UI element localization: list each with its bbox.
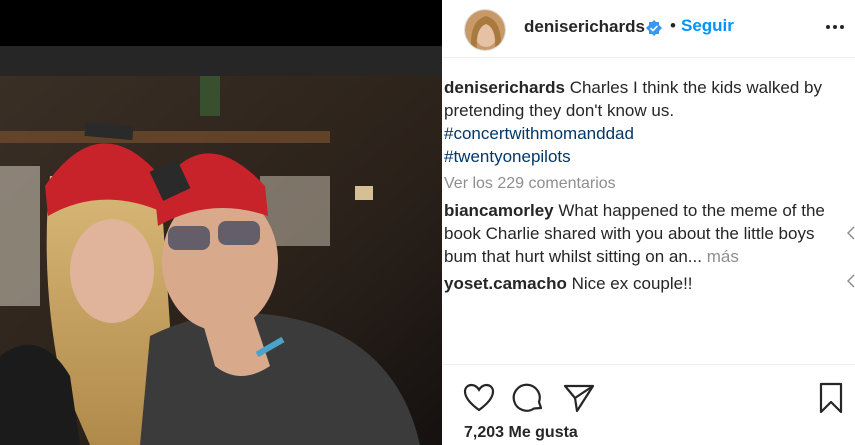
header-separator: • bbox=[670, 16, 676, 35]
bookmark-icon[interactable] bbox=[814, 381, 848, 415]
hashtag-link[interactable]: #concertwithmomanddad bbox=[444, 122, 844, 145]
caption: deniserichards Charles I think the kids … bbox=[444, 76, 844, 168]
comments-section: deniserichards Charles I think the kids … bbox=[444, 76, 844, 299]
more-options-icon[interactable] bbox=[824, 22, 846, 32]
post-photo[interactable] bbox=[0, 76, 442, 445]
avatar-image bbox=[465, 10, 505, 50]
post-author-username[interactable]: deniserichards bbox=[524, 17, 645, 37]
heart-icon[interactable] bbox=[462, 381, 496, 415]
comment-item: biancamorley What happened to the meme o… bbox=[444, 199, 844, 268]
comment-more-link[interactable]: más bbox=[707, 247, 739, 266]
view-comments-link[interactable]: Ver los 229 comentarios bbox=[444, 172, 844, 195]
reply-chevron-icon[interactable] bbox=[847, 226, 855, 240]
caption-username[interactable]: deniserichards bbox=[444, 78, 565, 97]
verified-badge-icon bbox=[646, 20, 662, 36]
follow-button[interactable]: Seguir bbox=[681, 16, 734, 36]
comment-item: yoset.camacho Nice ex couple!! bbox=[444, 272, 844, 295]
post-photo-pane bbox=[0, 0, 442, 445]
photo-top-bar bbox=[0, 0, 442, 46]
comment-username[interactable]: biancamorley bbox=[444, 201, 554, 220]
comment-username[interactable]: yoset.camacho bbox=[444, 274, 567, 293]
photo-top-strip bbox=[0, 46, 442, 76]
post-actions-bar: 7,203 Me gusta bbox=[442, 364, 855, 445]
reply-chevron-icon[interactable] bbox=[847, 274, 855, 288]
likes-count[interactable]: 7,203 Me gusta bbox=[464, 424, 578, 442]
comment-bubble-icon[interactable] bbox=[512, 381, 546, 415]
post-side-panel: deniserichards • Seguir deniserichards C… bbox=[442, 0, 855, 445]
hashtag-link[interactable]: #twentyonepilots bbox=[444, 145, 844, 168]
paper-plane-icon[interactable] bbox=[562, 381, 596, 415]
avatar[interactable] bbox=[464, 9, 506, 51]
comment-text: Nice ex couple!! bbox=[571, 274, 693, 293]
post-header: deniserichards • Seguir bbox=[442, 0, 855, 58]
